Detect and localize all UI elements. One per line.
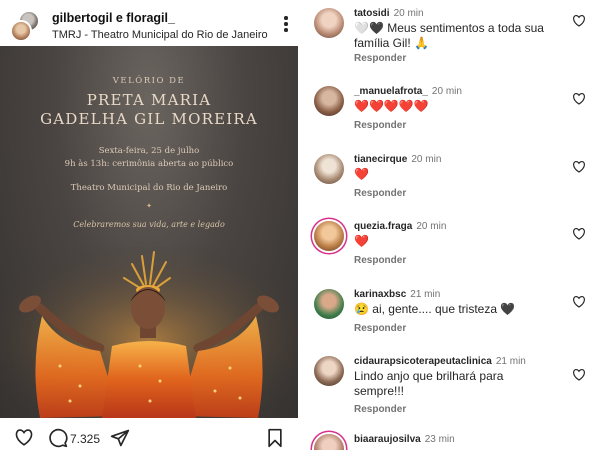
comment-username[interactable]: biaaraujosilva bbox=[354, 434, 421, 445]
comment-time: 20 min bbox=[393, 8, 424, 19]
comment-time: 23 min bbox=[424, 434, 455, 445]
comment-username[interactable]: tatosidi bbox=[354, 8, 390, 19]
avatar[interactable] bbox=[314, 154, 344, 184]
comment-item: tatosidi 20 min 🤍🖤 Meus sentimentos a tod… bbox=[314, 8, 592, 68]
like-icon[interactable] bbox=[14, 428, 34, 450]
post-image[interactable]: VELÓRIO DE PRETA MARIA GADELHA GIL MOREI… bbox=[0, 46, 298, 418]
avatar[interactable] bbox=[314, 434, 344, 450]
comment-time: 21 min bbox=[495, 356, 526, 367]
comment-header: cidaurapsicoterapeutaclinica 21 min bbox=[354, 356, 526, 367]
comment-text: ❤️ bbox=[354, 167, 369, 181]
avatar[interactable] bbox=[314, 289, 344, 319]
comment-text: ❤️❤️❤️❤️❤️ bbox=[354, 99, 429, 113]
avatar[interactable] bbox=[314, 356, 344, 386]
reply-button[interactable]: Responder bbox=[354, 255, 406, 266]
comment-time: 21 min bbox=[410, 289, 441, 300]
avatar[interactable] bbox=[314, 8, 344, 38]
comment-item: _manuelafrota_ 20 min ❤️❤️❤️❤️❤️ Responde… bbox=[314, 86, 592, 136]
comment-like-icon[interactable] bbox=[572, 160, 586, 178]
comment-text: 🤍🖤 Meus sentimentos a toda sua família G… bbox=[354, 21, 544, 50]
comment-item: cidaurapsicoterapeutaclinica 21 min Lindo… bbox=[314, 356, 592, 421]
reply-button[interactable]: Responder bbox=[354, 120, 406, 131]
save-icon[interactable] bbox=[266, 428, 284, 450]
post-username[interactable]: gilbertogil e floragil_ bbox=[52, 11, 175, 25]
reply-button[interactable]: Responder bbox=[354, 404, 406, 415]
comment-username[interactable]: karinaxbsc bbox=[354, 289, 406, 300]
comment-header: biaaraujosilva 23 min bbox=[354, 434, 455, 445]
reply-button[interactable]: Responder bbox=[354, 188, 406, 199]
comment-text: 😢 ai, gente.... que tristeza 🖤 bbox=[354, 302, 516, 316]
comment-text: Lindo anjo que brilhará para sempre!!! bbox=[354, 369, 504, 398]
reply-button[interactable]: Responder bbox=[354, 53, 406, 64]
comment-username[interactable]: cidaurapsicoterapeutaclinica bbox=[354, 356, 492, 367]
comments-panel[interactable]: tatosidi 20 min 🤍🖤 Meus sentimentos a tod… bbox=[300, 0, 600, 450]
avatar[interactable] bbox=[10, 20, 32, 42]
performer-photo bbox=[0, 246, 298, 418]
comment-header: quezia.fraga 20 min bbox=[354, 221, 446, 232]
comment-like-icon[interactable] bbox=[572, 227, 586, 245]
comment-time: 20 min bbox=[411, 154, 442, 165]
comment-like-icon[interactable] bbox=[572, 295, 586, 313]
post-header: gilbertogil e floragil_ TMRJ - Theatro M… bbox=[10, 8, 295, 44]
post-actions: 7.325 bbox=[0, 424, 298, 450]
comment-item: biaaraujosilva 23 min bbox=[314, 434, 592, 450]
avatar[interactable] bbox=[314, 221, 344, 251]
comment-item: tianecirque 20 min ❤️ Responder bbox=[314, 154, 592, 204]
comment-username[interactable]: _manuelafrota_ bbox=[354, 86, 428, 97]
post: gilbertogil e floragil_ TMRJ - Theatro M… bbox=[0, 0, 300, 450]
more-options-icon[interactable] bbox=[283, 16, 289, 34]
comment-item: karinaxbsc 21 min 😢 ai, gente.... que tri… bbox=[314, 289, 592, 339]
comment-item: quezia.fraga 20 min ❤️ Responder bbox=[314, 221, 592, 271]
comment-like-icon[interactable] bbox=[572, 368, 586, 386]
comment-time: 20 min bbox=[416, 221, 447, 232]
reply-button[interactable]: Responder bbox=[354, 323, 406, 334]
comment-header: _manuelafrota_ 20 min bbox=[354, 86, 462, 97]
comment-header: karinaxbsc 21 min bbox=[354, 289, 440, 300]
comment-header: tianecirque 20 min bbox=[354, 154, 441, 165]
comment-count: 7.325 bbox=[70, 432, 101, 446]
comment-username[interactable]: quezia.fraga bbox=[354, 221, 412, 232]
post-location[interactable]: TMRJ - Theatro Municipal do Rio de Janei… bbox=[52, 29, 268, 41]
comment-like-icon[interactable] bbox=[572, 92, 586, 110]
comment-text: ❤️ bbox=[354, 234, 369, 248]
comment-header: tatosidi 20 min bbox=[354, 8, 424, 19]
comment-username[interactable]: tianecirque bbox=[354, 154, 407, 165]
post-avatars[interactable] bbox=[10, 10, 44, 42]
comment-like-icon[interactable] bbox=[572, 14, 586, 32]
share-icon[interactable] bbox=[110, 428, 130, 450]
comment-icon[interactable] bbox=[48, 428, 68, 450]
avatar[interactable] bbox=[314, 86, 344, 116]
comment-time: 20 min bbox=[431, 86, 462, 97]
